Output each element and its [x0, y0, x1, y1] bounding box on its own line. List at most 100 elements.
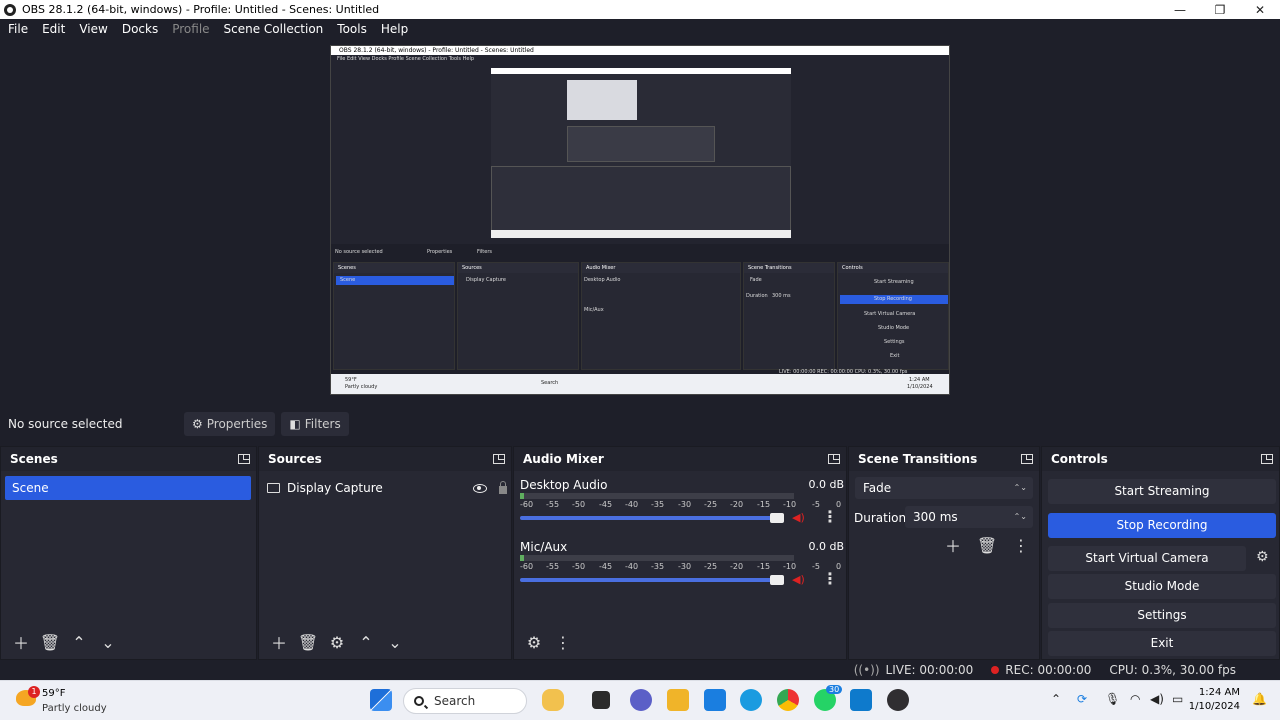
add-transition-button[interactable]: ＋: [939, 533, 967, 557]
menu-docks[interactable]: Docks: [122, 22, 158, 36]
weather-condition: Partly cloudy: [42, 703, 107, 714]
move-down-icon[interactable]: ⌄: [381, 630, 409, 654]
studio-mode-button[interactable]: Studio Mode: [1048, 574, 1276, 599]
tray-overflow-chevron-icon[interactable]: ⌃: [1051, 692, 1061, 706]
windows-taskbar: 1 59°F Partly cloudy Search 30 ⌃ ⟳ 🎙 ◠ ◀…: [0, 680, 1280, 720]
add-source-button[interactable]: ＋: [265, 630, 293, 654]
scene-item[interactable]: Scene: [5, 476, 251, 500]
settings-button[interactable]: Settings: [1048, 603, 1276, 628]
filters-button[interactable]: ◧ Filters: [281, 412, 349, 436]
transition-select[interactable]: Fade ⌃⌄: [855, 477, 1033, 499]
chrome-icon[interactable]: [777, 689, 799, 711]
mixer-footer: ⚙ ⋮: [514, 625, 846, 659]
move-up-icon[interactable]: ⌃: [352, 630, 380, 654]
undock-icon[interactable]: [493, 454, 505, 464]
teams-chat-icon[interactable]: [630, 689, 652, 711]
weather-widget[interactable]: 1 59°F Partly cloudy: [16, 686, 136, 716]
volume-icon[interactable]: ◀): [1150, 692, 1164, 706]
more-options-icon[interactable]: ⋮: [822, 507, 838, 526]
record-dot-icon: [991, 666, 1000, 674]
no-source-label: No source selected: [8, 417, 123, 431]
scale-tick: -5: [812, 562, 820, 571]
menu-scene-collection[interactable]: Scene Collection: [224, 22, 324, 36]
undock-icon[interactable]: [238, 454, 250, 464]
maximize-button[interactable]: ❐: [1200, 3, 1240, 17]
channel-db: 0.0 dB: [808, 478, 844, 491]
virtual-camera-gear-icon[interactable]: ⚙: [1256, 549, 1269, 565]
slider-handle[interactable]: [770, 575, 784, 585]
stop-recording-button[interactable]: Stop Recording: [1048, 513, 1276, 538]
obs-taskbar-icon[interactable]: [887, 689, 909, 711]
source-item[interactable]: Display Capture: [267, 478, 507, 498]
channel-name: Mic/Aux: [520, 540, 568, 554]
close-button[interactable]: ✕: [1240, 3, 1280, 17]
menu-view[interactable]: View: [79, 22, 107, 36]
menu-file[interactable]: File: [8, 22, 28, 36]
file-explorer-icon[interactable]: [667, 689, 689, 711]
minimize-button[interactable]: —: [1160, 3, 1200, 17]
remove-source-button[interactable]: 🗑: [294, 630, 322, 654]
preview-area[interactable]: OBS 28.1.2 (64-bit, windows) - Profile: …: [0, 39, 1280, 407]
speaker-icon[interactable]: ◀): [792, 573, 805, 586]
scale-tick: -60: [520, 562, 534, 571]
menu-profile[interactable]: Profile: [172, 22, 209, 36]
battery-icon[interactable]: ▭: [1172, 692, 1183, 706]
menu-edit[interactable]: Edit: [42, 22, 65, 36]
add-scene-button[interactable]: ＋: [7, 630, 35, 654]
channel-db: 0.0 dB: [808, 540, 844, 553]
preview-display-capture: OBS 28.1.2 (64-bit, windows) - Profile: …: [330, 45, 950, 395]
menu-help[interactable]: Help: [381, 22, 408, 36]
move-up-icon[interactable]: ⌃: [65, 630, 93, 654]
duration-value: 300 ms: [913, 510, 958, 524]
more-options-icon[interactable]: ⋮: [822, 569, 838, 588]
remove-scene-button[interactable]: 🗑: [36, 630, 64, 654]
mini-date: 1/10/2024: [907, 384, 933, 390]
windows-start-icon[interactable]: [370, 689, 392, 711]
mixer-menu-icon[interactable]: ⋮: [549, 630, 577, 654]
edge-browser-icon[interactable]: [740, 689, 762, 711]
taskbar-clock[interactable]: 1:24 AM 1/10/2024: [1189, 686, 1240, 714]
scale-tick: -30: [678, 562, 692, 571]
undock-icon[interactable]: [828, 454, 840, 464]
menu-tools[interactable]: Tools: [337, 22, 367, 36]
taskbar-search[interactable]: Search: [403, 688, 527, 714]
volume-slider[interactable]: [520, 575, 784, 585]
rec-status: REC: 00:00:00: [991, 663, 1091, 677]
remove-transition-button[interactable]: 🗑: [973, 533, 1001, 557]
filter-icon: ◧: [289, 417, 301, 431]
exit-button[interactable]: Exit: [1048, 631, 1276, 656]
visibility-eye-icon[interactable]: [473, 483, 487, 493]
widgets-icon[interactable]: [542, 689, 564, 711]
cpu-status: CPU: 0.3%, 30.00 fps: [1109, 663, 1236, 677]
mini-transitions-title: Scene Transitions: [744, 263, 834, 273]
mail-icon[interactable]: [704, 689, 726, 711]
notification-bell-icon[interactable]: 🔔: [1252, 692, 1267, 706]
start-streaming-button[interactable]: Start Streaming: [1048, 479, 1276, 504]
slider-handle[interactable]: [770, 513, 784, 523]
task-view-icon[interactable]: [592, 691, 610, 709]
source-properties-gear-icon[interactable]: ⚙: [323, 630, 351, 654]
vscode-icon[interactable]: [850, 689, 872, 711]
controls-dock: Controls Start Streaming Stop Recording …: [1041, 446, 1280, 660]
sync-icon[interactable]: ⟳: [1077, 692, 1087, 706]
mini-mixer-title: Audio Mixer: [582, 263, 740, 273]
lock-icon[interactable]: [499, 480, 507, 494]
advanced-audio-gear-icon[interactable]: ⚙: [520, 630, 548, 654]
move-down-icon[interactable]: ⌄: [94, 630, 122, 654]
source-toolbar: No source selected ⚙ Properties ◧ Filter…: [0, 407, 1280, 441]
volume-slider[interactable]: [520, 513, 784, 523]
window-title: OBS 28.1.2 (64-bit, windows) - Profile: …: [22, 3, 380, 16]
duration-spinbox[interactable]: 300 ms ⌃⌄: [905, 506, 1033, 528]
sources-title: Sources: [268, 452, 322, 466]
properties-button[interactable]: ⚙ Properties: [184, 412, 276, 436]
transition-menu-icon[interactable]: ⋮: [1007, 533, 1035, 557]
transitions-header: Scene Transitions: [849, 447, 1039, 471]
start-virtual-camera-button[interactable]: Start Virtual Camera: [1048, 546, 1246, 571]
broadcast-icon: ((•)): [853, 663, 880, 677]
undock-icon[interactable]: [1261, 454, 1273, 464]
speaker-icon[interactable]: ◀): [792, 511, 805, 524]
undock-icon[interactable]: [1021, 454, 1033, 464]
wifi-icon[interactable]: ◠: [1130, 692, 1140, 706]
spin-arrows-icon[interactable]: ⌃⌄: [1014, 506, 1027, 528]
microphone-icon[interactable]: 🎙: [1105, 692, 1120, 706]
